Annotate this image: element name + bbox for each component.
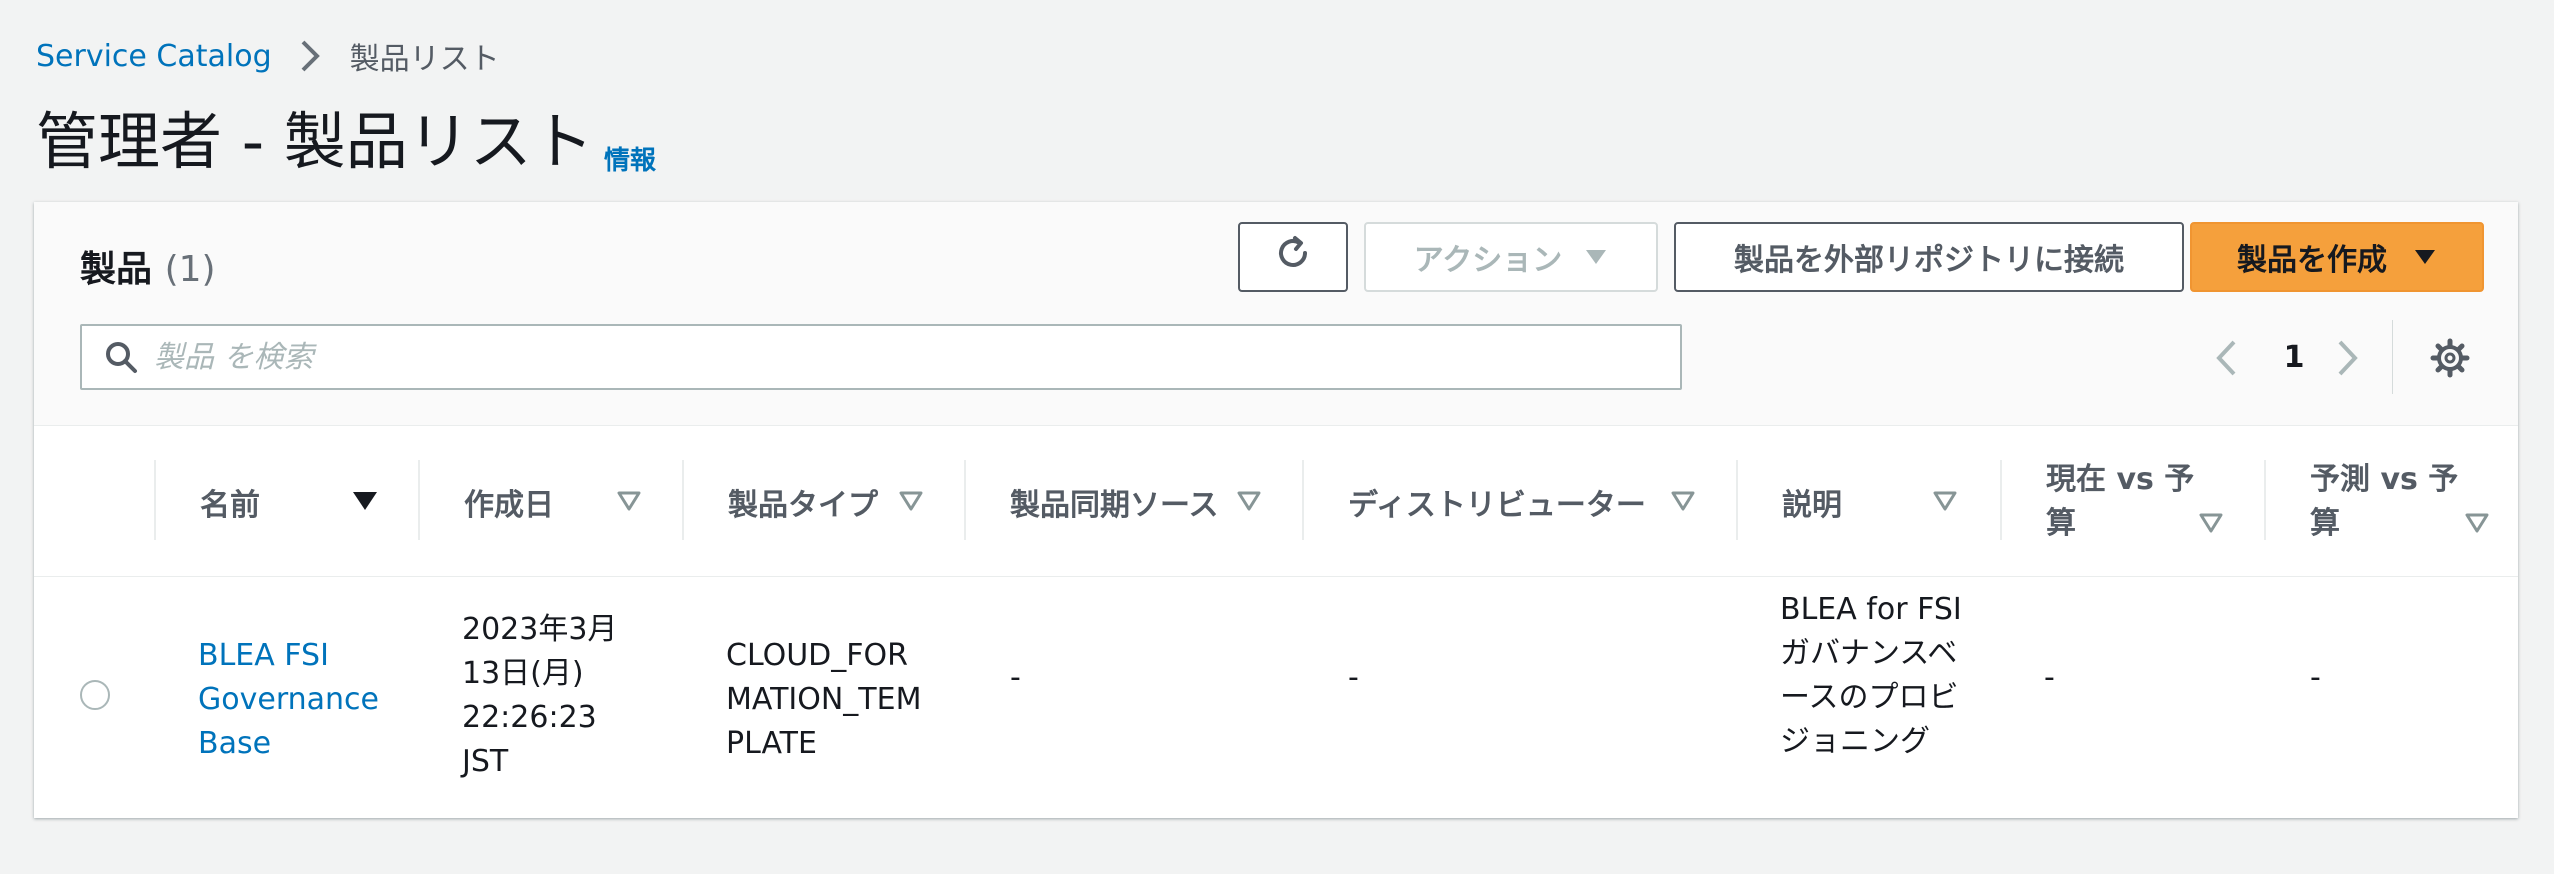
sort-icon[interactable] xyxy=(616,490,642,512)
info-link[interactable]: 情報 xyxy=(604,140,656,177)
column-header-forecast-vs-budget[interactable]: 予測 vs 予算 xyxy=(2310,426,2470,578)
product-type-cell: CLOUD_FORMATION_TEMPLATE xyxy=(726,638,922,761)
chevron-right-icon xyxy=(288,34,332,78)
column-divider xyxy=(682,460,684,540)
column-divider xyxy=(964,460,966,540)
table-title-text: 製品 xyxy=(80,249,153,290)
caret-down-icon xyxy=(2413,248,2437,266)
table-header-section: 製品 (1) アクション 製品を外部リポジトリに接続 製品を作成 製品 を検索 … xyxy=(34,202,2518,426)
gear-icon[interactable] xyxy=(2428,336,2472,380)
breadcrumb: Service Catalog 製品リスト xyxy=(36,34,500,78)
search-icon xyxy=(104,340,138,374)
created-date-cell: 2023年3月13日(月) 22:26:23 JST xyxy=(462,612,618,779)
refresh-button[interactable] xyxy=(1238,222,1348,292)
previous-page-icon[interactable] xyxy=(2204,336,2248,380)
current-vs-budget-cell: - xyxy=(2044,660,2055,695)
sort-icon[interactable] xyxy=(1236,490,1262,512)
column-header-description[interactable]: 説明 xyxy=(1782,426,1942,578)
connect-external-repository-button[interactable]: 製品を外部リポジトリに接続 xyxy=(1674,222,2184,292)
column-header-name[interactable]: 名前 xyxy=(200,426,414,578)
column-divider xyxy=(1302,460,1304,540)
column-header-label: 名前 xyxy=(200,488,260,523)
column-divider xyxy=(154,460,156,540)
column-header-label: 製品同期ソース xyxy=(1010,488,1219,523)
pagination-divider xyxy=(2392,320,2393,394)
product-name-link[interactable]: BLEA FSI Governance Base xyxy=(198,634,388,766)
sort-icon[interactable] xyxy=(2198,512,2224,534)
forecast-vs-budget-cell: - xyxy=(2310,660,2321,695)
next-page-icon[interactable] xyxy=(2326,336,2370,380)
column-header-label: 作成日 xyxy=(464,488,554,523)
column-header-label: 予測 vs 予算 xyxy=(2310,462,2459,541)
breadcrumb-current: 製品リスト xyxy=(349,42,500,77)
search-field[interactable] xyxy=(80,324,1682,390)
column-header-label: 製品タイプ xyxy=(728,488,878,523)
distributor-cell: - xyxy=(1348,660,1359,695)
page-title: 管理者 - 製品リスト xyxy=(36,105,594,178)
header-row-divider xyxy=(34,576,2518,577)
column-header-distributor[interactable]: ディストリビューター xyxy=(1348,426,1708,578)
refresh-icon xyxy=(1273,233,1313,281)
column-header-label: 説明 xyxy=(1782,488,1842,523)
row-select-radio[interactable] xyxy=(80,680,110,710)
column-header-label: 現在 vs 予算 xyxy=(2046,462,2195,541)
description-cell: BLEA for FSI ガバナンスベースのプロビジョニング xyxy=(1780,592,1962,759)
column-header-current-vs-budget[interactable]: 現在 vs 予算 xyxy=(2046,426,2206,578)
caret-down-icon xyxy=(1584,248,1608,266)
table-count: (1) xyxy=(164,249,216,290)
column-divider xyxy=(1736,460,1738,540)
column-header-label: ディストリビューター xyxy=(1348,488,1646,523)
sort-icon[interactable] xyxy=(898,490,924,512)
column-header-sync-source[interactable]: 製品同期ソース xyxy=(1010,426,1310,578)
create-label: 製品を作成 xyxy=(2237,243,2387,278)
search-input[interactable] xyxy=(154,327,1680,387)
actions-dropdown-button[interactable]: アクション xyxy=(1364,222,1658,292)
products-table-container: 製品 (1) アクション 製品を外部リポジトリに接続 製品を作成 製品 を検索 … xyxy=(34,202,2518,818)
column-header-product-type[interactable]: 製品タイプ xyxy=(728,426,968,578)
sort-icon[interactable] xyxy=(1670,490,1696,512)
create-product-button[interactable]: 製品を作成 xyxy=(2190,222,2484,292)
actions-label: アクション xyxy=(1413,243,1563,278)
column-divider xyxy=(2264,460,2266,540)
sort-descending-icon[interactable] xyxy=(352,490,378,512)
breadcrumb-service-catalog-link[interactable]: Service Catalog xyxy=(36,39,272,74)
column-divider xyxy=(418,460,420,540)
sync-source-cell: - xyxy=(1010,660,1021,695)
column-divider xyxy=(2000,460,2002,540)
sort-icon[interactable] xyxy=(2464,512,2490,534)
current-page-number[interactable]: 1 xyxy=(2274,332,2314,384)
sort-icon[interactable] xyxy=(1932,490,1958,512)
table-title: 製品 (1) xyxy=(80,240,216,300)
connect-label: 製品を外部リポジトリに接続 xyxy=(1734,243,2124,278)
